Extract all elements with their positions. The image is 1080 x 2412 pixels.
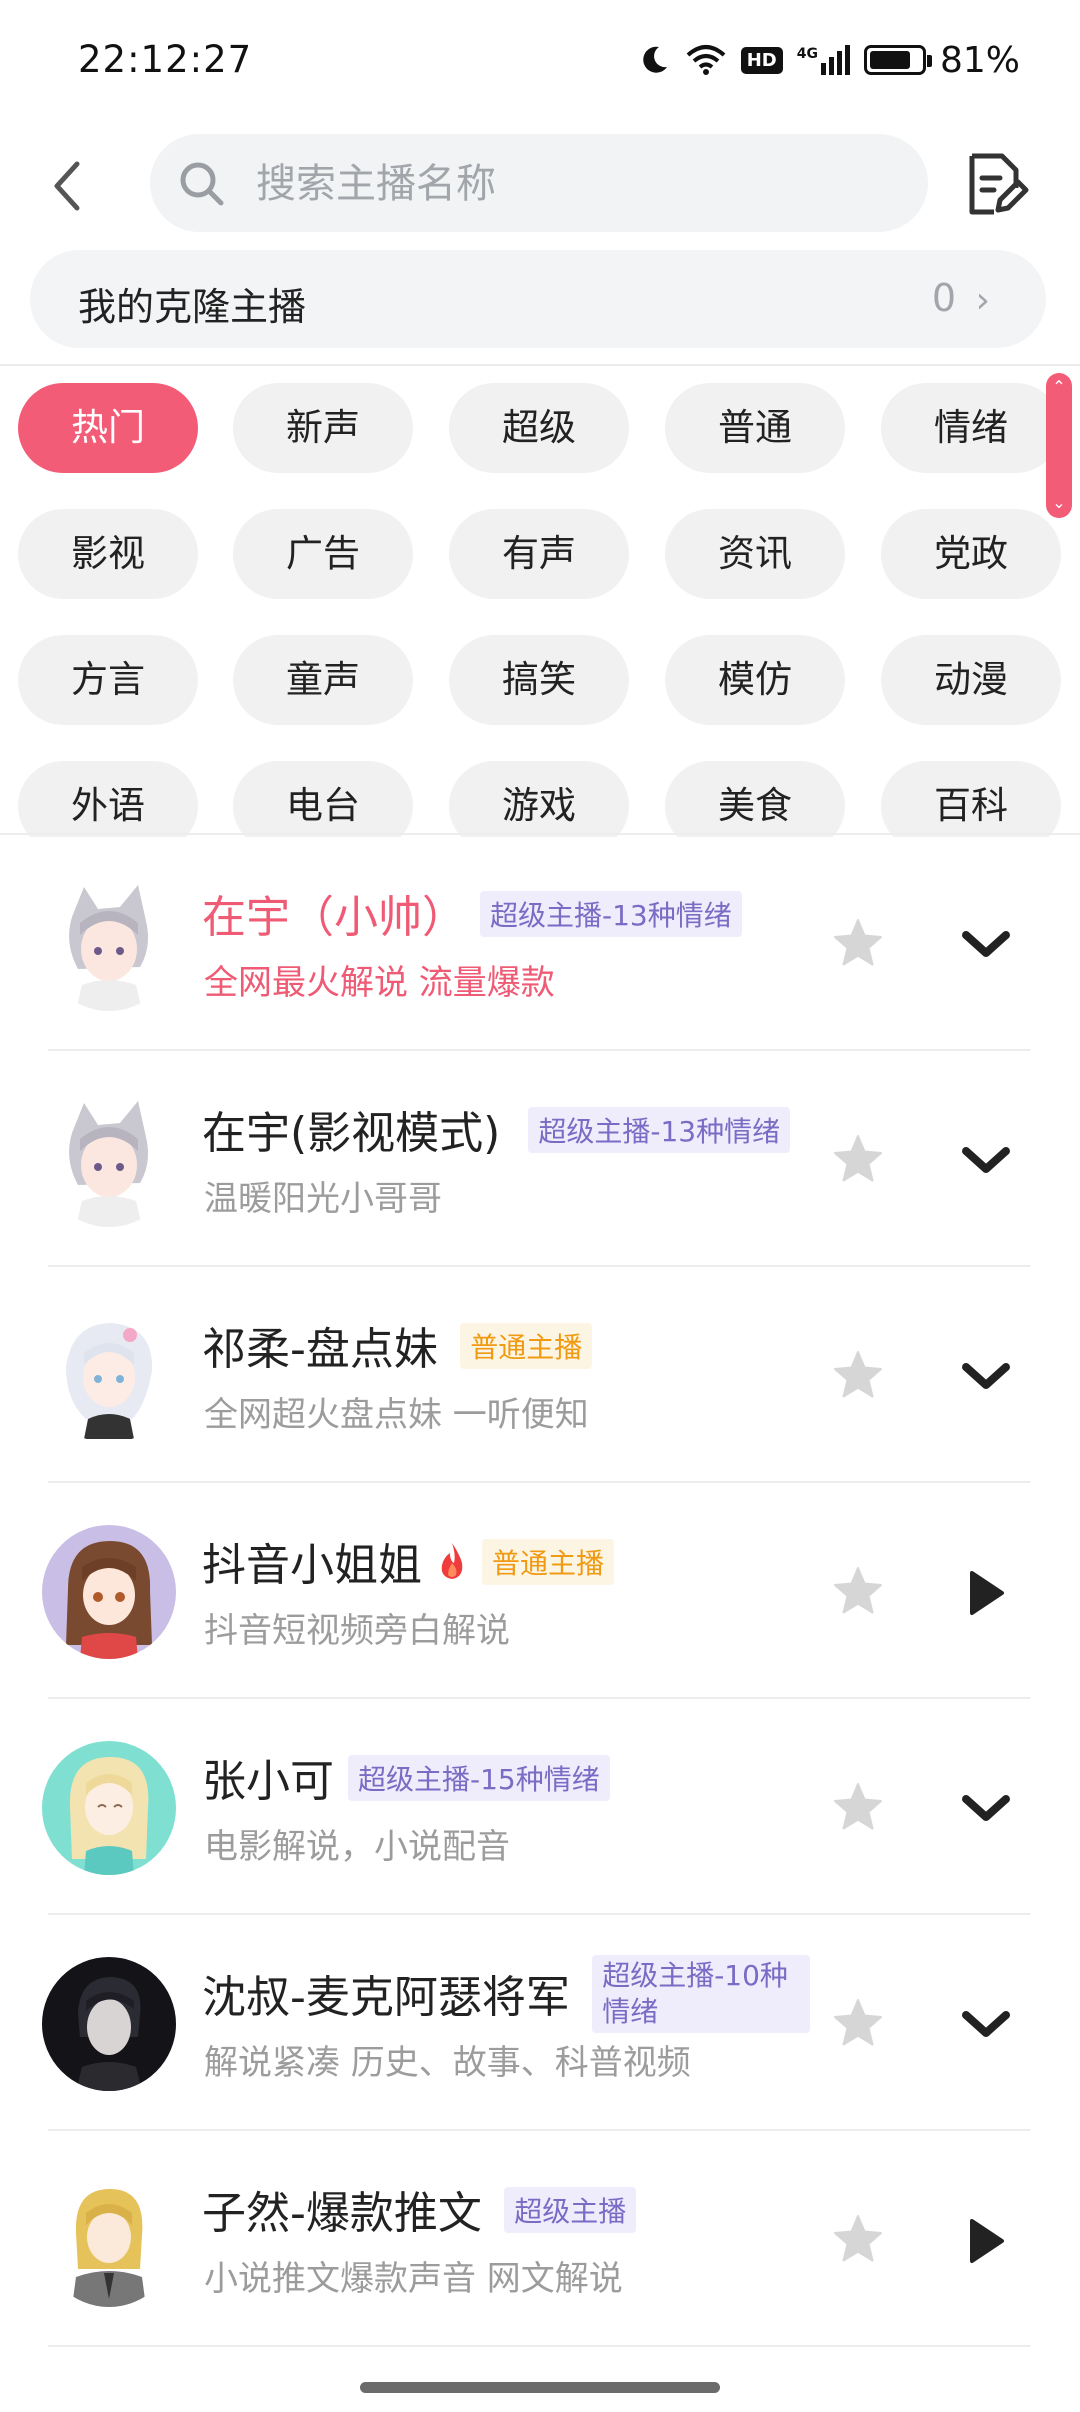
avatar	[42, 1957, 176, 2091]
chevron-down-icon[interactable]	[960, 1353, 1012, 1401]
category-chip[interactable]: 普通	[665, 383, 845, 473]
category-chip[interactable]: 新声	[233, 383, 413, 473]
category-scroll-toggle[interactable]: ⌃ ⌄	[1046, 373, 1072, 518]
category-chip[interactable]: 外语	[18, 761, 198, 837]
anchor-tag: 超级主播-10种情绪	[592, 1955, 810, 2033]
category-chip[interactable]: 方言	[18, 635, 198, 725]
anchor-row[interactable]: 在宇（小帅） 超级主播-13种情绪全网最火解说 流量爆款	[0, 835, 1080, 1051]
network-type: 4G	[796, 46, 818, 62]
category-chip[interactable]: 资讯	[665, 509, 845, 599]
anchor-name: 祁柔-盘点妹	[202, 1324, 438, 1375]
category-grid: 热门 新声 超级 普通 情绪影视 广告 有声 资讯 党政方言 童声 搞笑 模仿 动漫外语 电台 游戏 美食 百科	[0, 367, 1080, 837]
anchor-tag: 超级主播-15种情绪	[348, 1755, 610, 1801]
favorite-star-icon[interactable]	[832, 2213, 884, 2265]
chevron-down-icon[interactable]	[960, 921, 1012, 969]
anchor-row[interactable]: 子然-爆款推文 超级主播小说推文爆款声音 网文解说	[0, 2131, 1080, 2347]
anchor-tag: 超级主播	[504, 2187, 637, 2233]
search-bar[interactable]	[150, 134, 928, 234]
chevron-down-icon[interactable]	[960, 1137, 1012, 1185]
category-chip[interactable]: 电台	[233, 761, 413, 837]
back-icon[interactable]	[45, 150, 95, 220]
chevron-down-icon[interactable]	[960, 1785, 1012, 1833]
search-input[interactable]	[254, 134, 898, 234]
edit-document-icon[interactable]	[960, 150, 1030, 220]
category-chip[interactable]: 美食	[665, 761, 845, 837]
hd-icon: HD	[740, 46, 783, 74]
category-chip[interactable]: 影视	[18, 509, 198, 599]
wifi-icon	[686, 45, 726, 75]
anchor-name: 沈叔-麦克阿瑟将军	[202, 1972, 570, 2023]
avatar	[42, 1741, 176, 1875]
anchor-row[interactable]: 在宇(影视模式) 超级主播-13种情绪温暖阳光小哥哥	[0, 1051, 1080, 1267]
category-chip[interactable]: 党政	[881, 509, 1061, 599]
play-icon[interactable]	[960, 1569, 1012, 1617]
category-chip[interactable]: 百科	[881, 761, 1061, 837]
chevron-right-icon: ›	[975, 280, 990, 321]
fire-icon	[436, 1541, 468, 1581]
category-chip[interactable]: 广告	[233, 509, 413, 599]
moon-icon	[642, 46, 667, 73]
search-icon	[180, 162, 224, 206]
avatar	[42, 877, 176, 1011]
anchor-row[interactable]: 沈叔-麦克阿瑟将军 超级主播-10种情绪解说紧凑 历史、故事、科普视频	[0, 1915, 1080, 2131]
my-clone-anchor-row[interactable]: 我的克隆主播 0 ›	[30, 250, 1046, 348]
anchor-name: 子然-爆款推文	[202, 2188, 482, 2239]
anchor-name: 在宇（小帅）	[202, 892, 466, 943]
home-indicator[interactable]	[360, 2382, 720, 2393]
avatar	[42, 1093, 176, 1227]
anchor-tag: 普通主播	[482, 1539, 615, 1585]
favorite-star-icon[interactable]	[832, 1133, 884, 1185]
signal-icon: 4G	[797, 45, 850, 75]
anchor-row[interactable]: 抖音小姐姐 普通主播抖音短视频旁白解说	[0, 1483, 1080, 1699]
divider	[0, 364, 1080, 366]
category-chip[interactable]: 有声	[449, 509, 629, 599]
anchor-tag: 普通主播	[460, 1323, 593, 1369]
category-chip[interactable]: 动漫	[881, 635, 1061, 725]
anchor-name: 抖音小姐姐	[202, 1540, 422, 1591]
anchor-description: 抖音短视频旁白解说	[204, 1611, 510, 1651]
favorite-star-icon[interactable]	[832, 1349, 884, 1401]
avatar	[42, 1525, 176, 1659]
avatar	[42, 1309, 176, 1443]
status-icons: HD 4G 81%	[637, 38, 1020, 82]
favorite-star-icon[interactable]	[832, 1997, 884, 2049]
anchor-description: 小说推文爆款声音 网文解说	[204, 2259, 623, 2299]
category-chip[interactable]: 模仿	[665, 635, 845, 725]
battery-percent: 81%	[939, 39, 1020, 81]
category-chip[interactable]: 热门	[18, 383, 198, 473]
anchor-row[interactable]: 张小可 超级主播-15种情绪电影解说，小说配音	[0, 1699, 1080, 1915]
anchor-tag: 超级主播-13种情绪	[528, 1107, 791, 1153]
favorite-star-icon[interactable]	[832, 1781, 884, 1833]
category-chip[interactable]: 超级	[449, 383, 629, 473]
status-bar: 22:12:27 HD 4G 81%	[0, 0, 1080, 120]
category-chip[interactable]: 童声	[233, 635, 413, 725]
battery-icon	[863, 45, 932, 75]
anchor-name: 张小可	[202, 1756, 334, 1807]
chevron-down-icon[interactable]	[960, 2001, 1012, 2049]
anchor-description: 解说紧凑 历史、故事、科普视频	[204, 2043, 691, 2083]
category-chip[interactable]: 游戏	[449, 761, 629, 837]
row-divider	[48, 2345, 1030, 2347]
avatar	[42, 2173, 176, 2307]
anchor-description: 电影解说，小说配音	[204, 1827, 510, 1867]
status-time: 22:12:27	[78, 38, 253, 81]
category-chip[interactable]: 搞笑	[449, 635, 629, 725]
category-chip[interactable]: 情绪	[881, 383, 1061, 473]
anchor-tag: 超级主播-13种情绪	[480, 891, 742, 937]
favorite-star-icon[interactable]	[832, 1565, 884, 1617]
favorite-star-icon[interactable]	[832, 917, 884, 969]
anchor-description: 全网超火盘点妹 一听便知	[204, 1395, 589, 1435]
anchor-description: 温暖阳光小哥哥	[204, 1179, 442, 1219]
anchor-row[interactable]: 祁柔-盘点妹 普通主播全网超火盘点妹 一听便知	[0, 1267, 1080, 1483]
anchor-name: 在宇(影视模式)	[202, 1108, 501, 1159]
clone-label: 我的克隆主播	[78, 285, 307, 329]
anchor-description: 全网最火解说 流量爆款	[204, 963, 555, 1003]
clone-count: 0	[931, 276, 956, 320]
play-icon[interactable]	[960, 2217, 1012, 2265]
